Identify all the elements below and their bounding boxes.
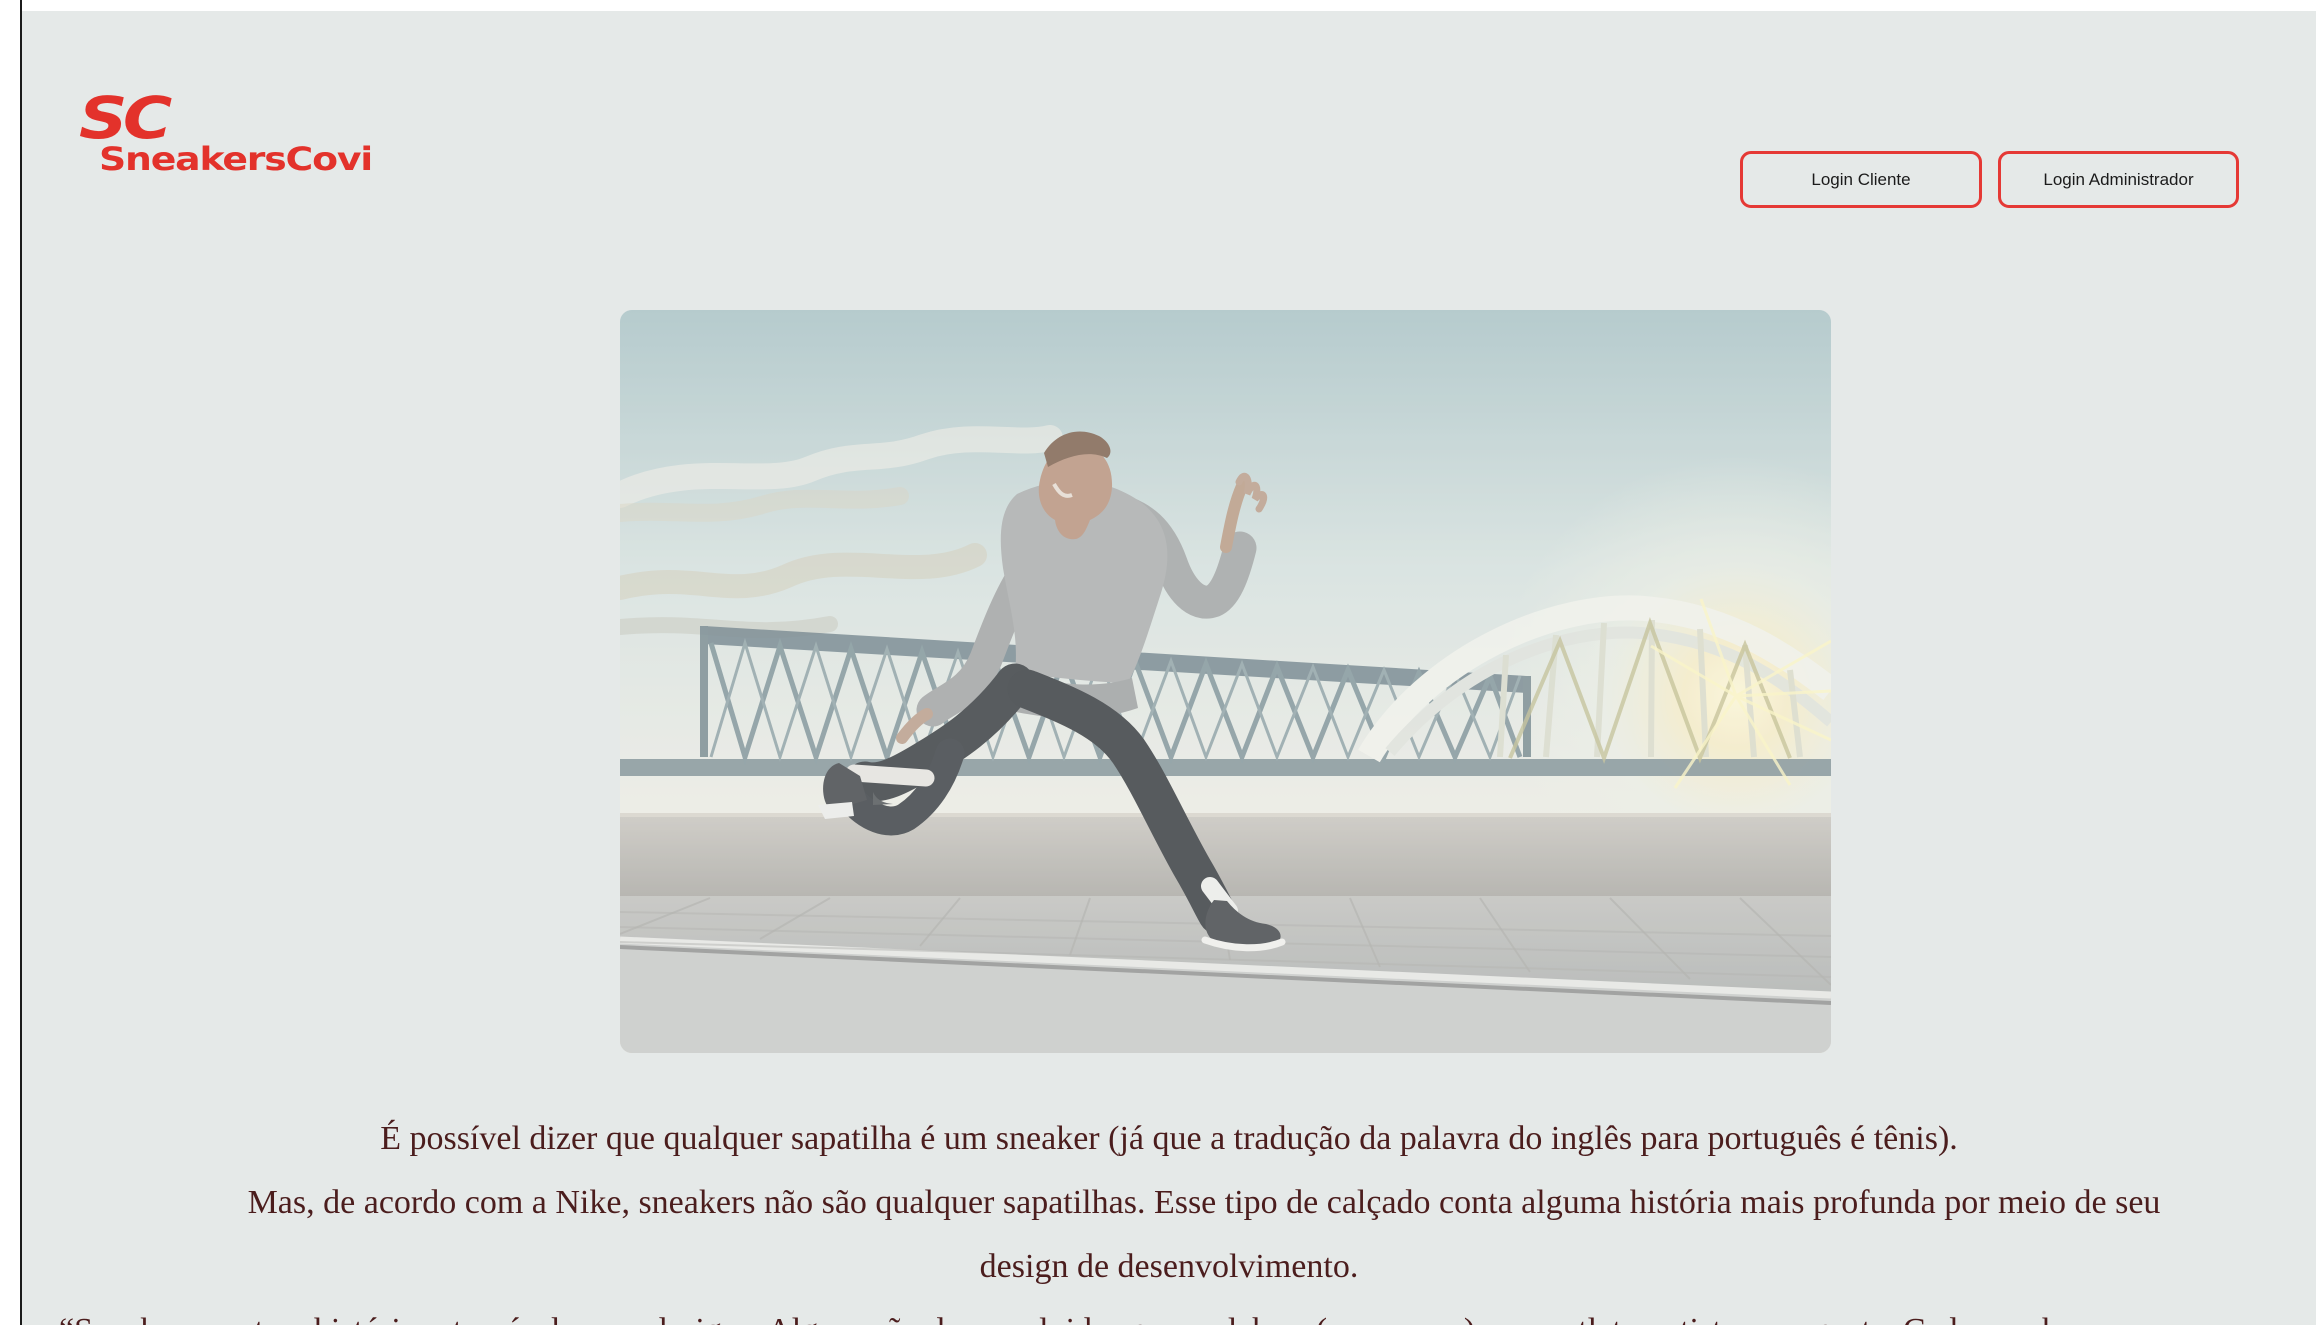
logo-name: SneakersCovi — [99, 140, 373, 178]
hero-image — [620, 310, 1831, 1053]
sneakerscovi-logo[interactable]: SC SneakersCovi — [79, 84, 399, 191]
login-administrator-button[interactable]: Login Administrador — [1998, 151, 2239, 208]
sneaker-description: É possível dizer que qualquer sapatilha … — [22, 1107, 2316, 1325]
landing-page: SC SneakersCovi Login Cliente Login Admi… — [22, 11, 2316, 1325]
paragraph-line: design de desenvolvimento. — [979, 1248, 1359, 1285]
screenshot-page: SC SneakersCovi Login Cliente Login Admi… — [0, 0, 2316, 1325]
paragraph-line: Mas, de acordo com a Nike, sneakers não … — [247, 1184, 2161, 1221]
logo-mark: SC — [79, 84, 172, 152]
paragraph-line: “Sneakers contam histórias através de se… — [59, 1299, 2316, 1325]
login-client-button[interactable]: Login Cliente — [1740, 151, 1982, 208]
runner-by-bridge-image — [620, 310, 1831, 1053]
paragraph-line: É possível dizer que qualquer sapatilha … — [380, 1120, 1958, 1157]
